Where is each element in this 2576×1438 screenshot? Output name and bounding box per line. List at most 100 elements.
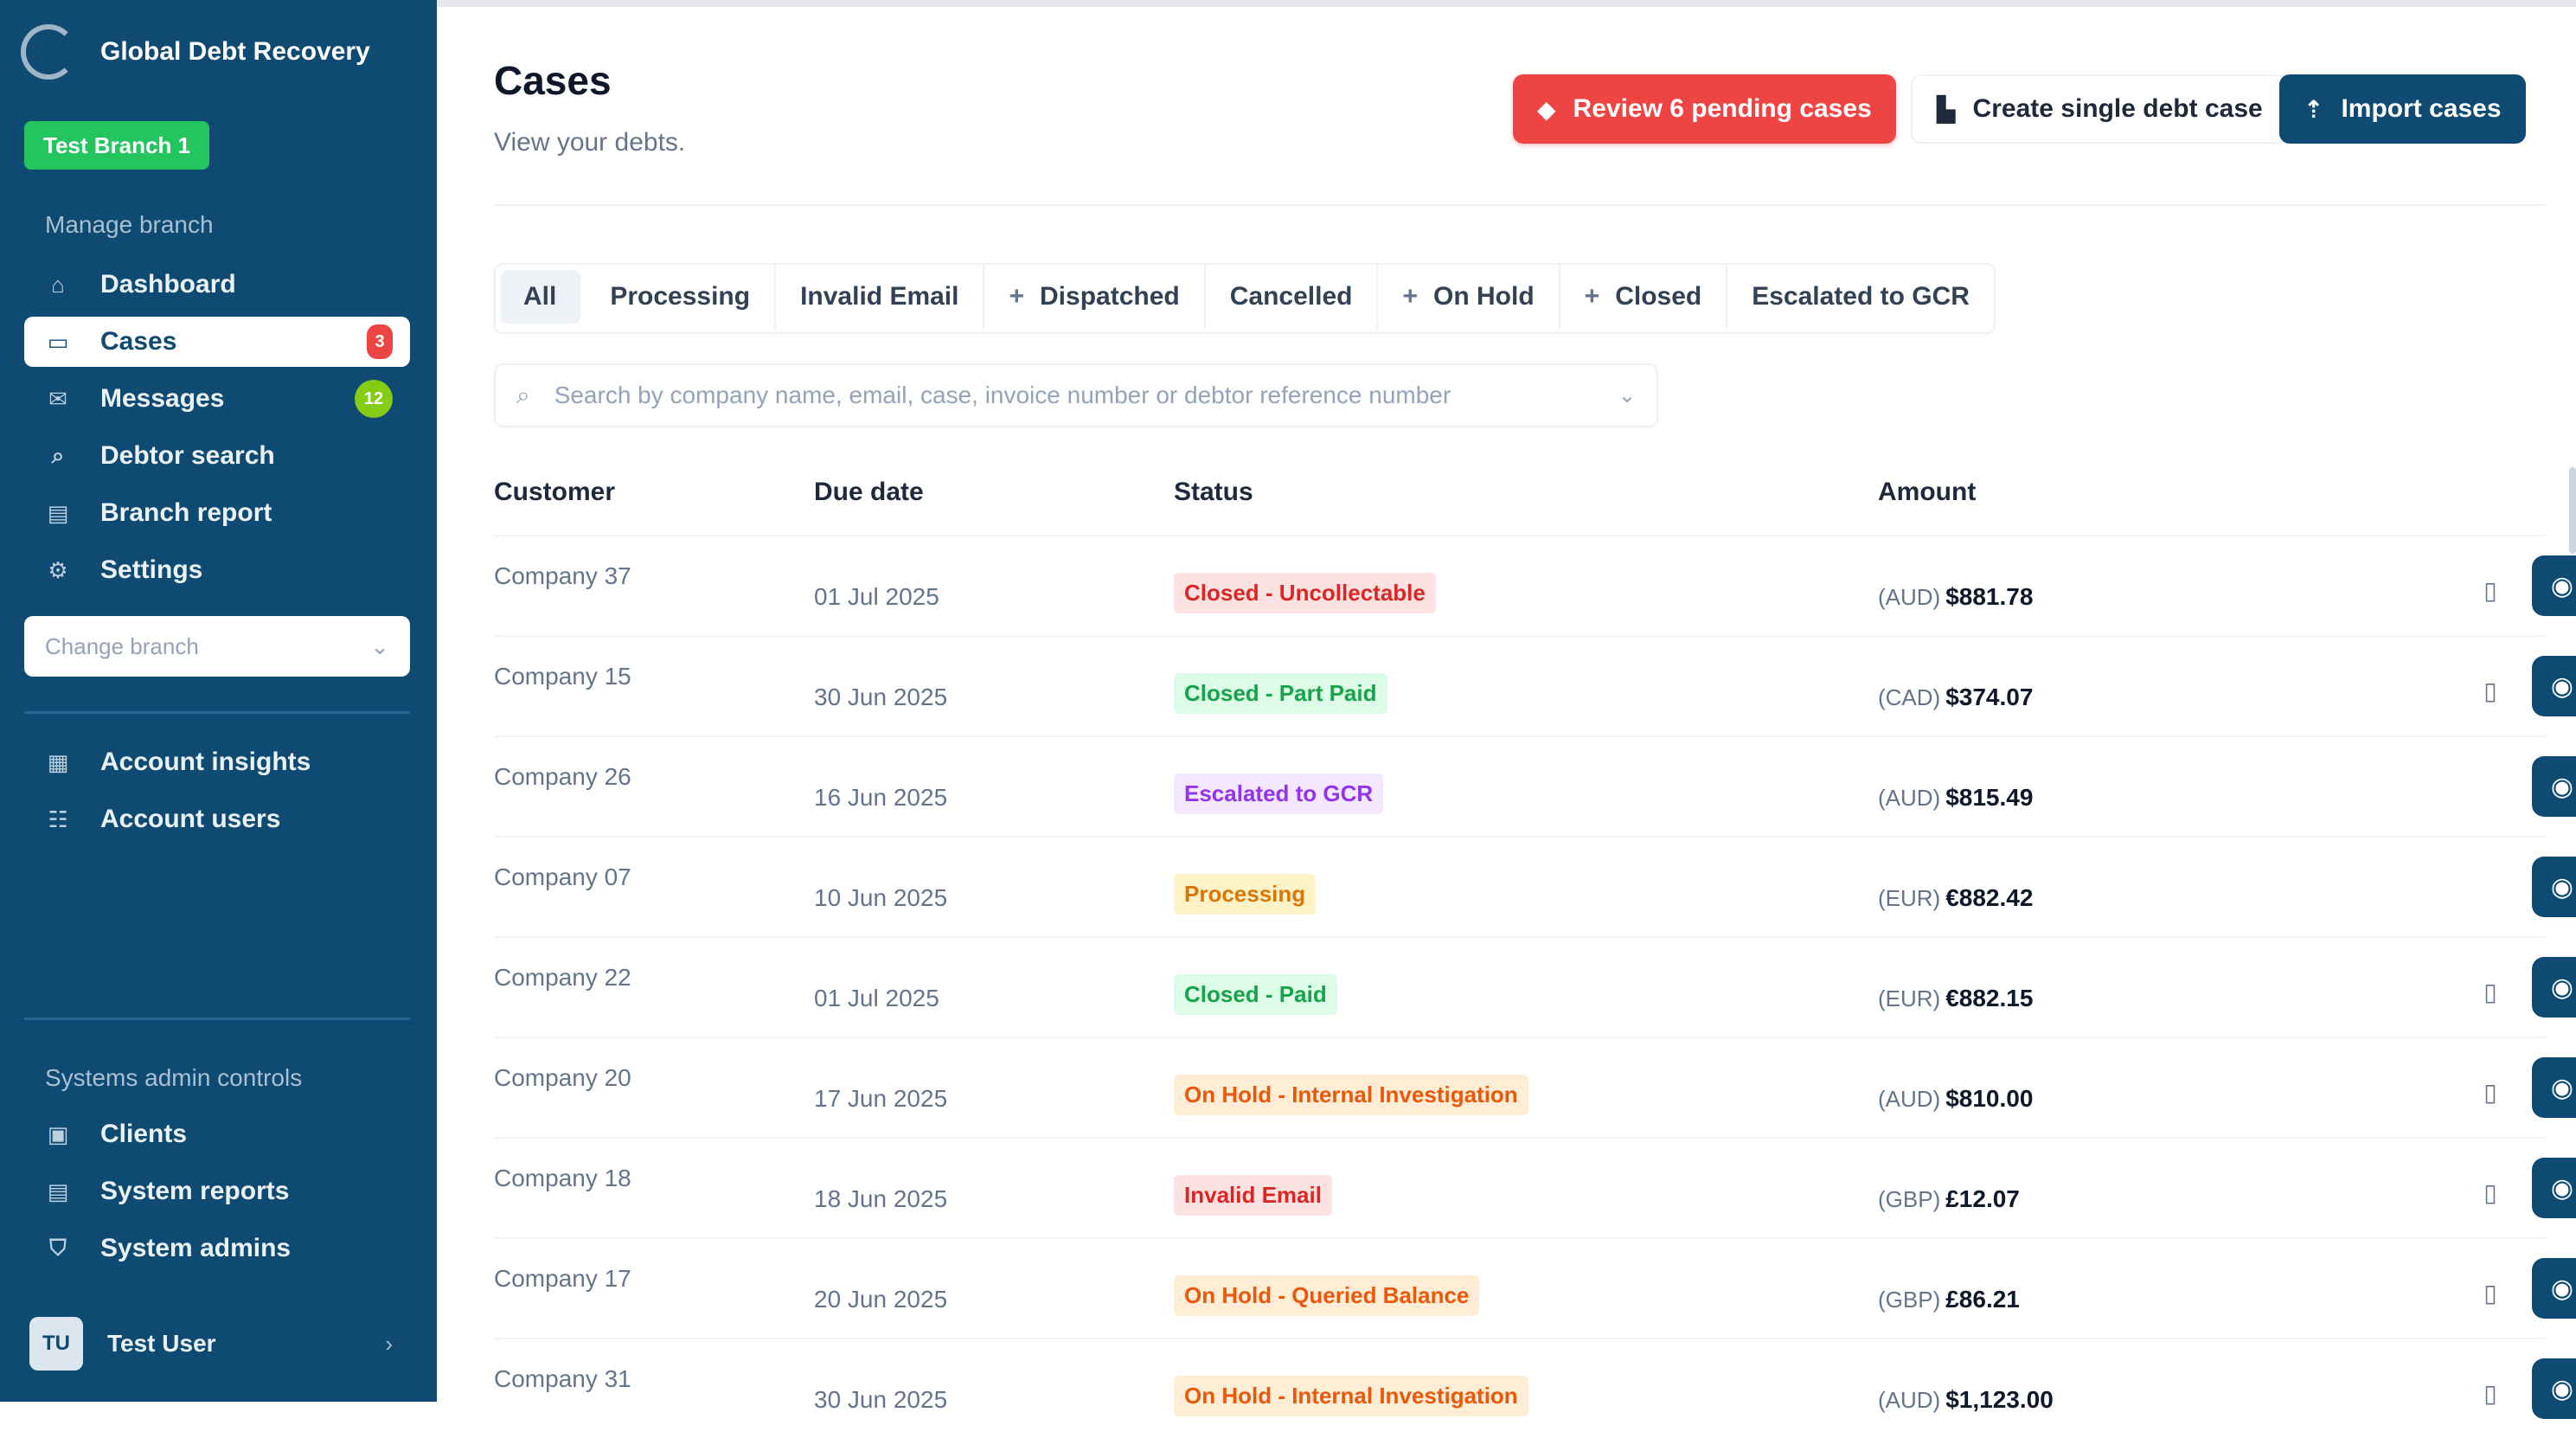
eye-icon: ◉ bbox=[2550, 671, 2574, 701]
table-row[interactable]: Company 18 18 Jun 2025 Invalid Email (GBP) £… bbox=[494, 1137, 2576, 1237]
amount-currency: (AUD) bbox=[1878, 1086, 1941, 1112]
sidebar-item-account-insights[interactable]: ▦ Account insights bbox=[24, 737, 410, 787]
amount-value: €882.15 bbox=[1945, 985, 2034, 1011]
search-bar[interactable]: ⌕ ⌄ bbox=[494, 363, 1658, 427]
table-row[interactable]: Company 07 10 Jun 2025 Processing (EUR) €882… bbox=[494, 836, 2576, 936]
view-case-button[interactable]: ◉ bbox=[2532, 1057, 2576, 1118]
report-icon: ▤ bbox=[47, 1178, 69, 1204]
document-icon[interactable]: ▯ bbox=[2473, 1069, 2508, 1114]
view-case-button[interactable]: ◉ bbox=[2532, 555, 2576, 616]
document-icon[interactable]: ▯ bbox=[2473, 1371, 2508, 1416]
sidebar-item-branch-report[interactable]: ▤ Branch report bbox=[24, 488, 410, 538]
table-row[interactable]: Company 15 30 Jun 2025 Closed - Part Paid (… bbox=[494, 635, 2576, 735]
eye-icon: ◉ bbox=[2550, 872, 2574, 902]
sidebar-item-label: Debtor search bbox=[100, 441, 275, 470]
column-header-due-date[interactable]: Due date bbox=[814, 478, 924, 507]
customer-name[interactable]: Company 31 bbox=[494, 1365, 631, 1393]
view-case-button[interactable]: ◉ bbox=[2532, 656, 2576, 716]
customer-name[interactable]: Company 07 bbox=[494, 863, 631, 891]
table-row[interactable]: Company 31 30 Jun 2025 On Hold - Internal … bbox=[494, 1338, 2576, 1438]
table-row[interactable]: Company 37 01 Jul 2025 Closed - Uncollecta… bbox=[494, 535, 2576, 635]
due-date: 16 Jun 2025 bbox=[814, 784, 948, 811]
column-header-amount[interactable]: Amount bbox=[1878, 478, 1976, 507]
amount: (EUR) €882.42 bbox=[1878, 884, 2033, 912]
upload-icon: ⇡ bbox=[2304, 95, 2324, 123]
tab-closed[interactable]: + Closed bbox=[1560, 265, 1728, 329]
manage-branch-label: Manage branch bbox=[45, 211, 214, 238]
customer-name[interactable]: Company 22 bbox=[494, 964, 631, 992]
document-icon[interactable]: ▯ bbox=[2473, 969, 2508, 1014]
amount: (GBP) £12.07 bbox=[1878, 1185, 2020, 1213]
view-case-button[interactable]: ◉ bbox=[2532, 1358, 2576, 1419]
amount-currency: (GBP) bbox=[1878, 1287, 1941, 1313]
document-icon[interactable]: ▯ bbox=[2473, 568, 2508, 613]
tab-label: Escalated to GCR bbox=[1752, 282, 1970, 311]
tab-cancelled[interactable]: Cancelled bbox=[1206, 265, 1379, 329]
tab-escalated[interactable]: Escalated to GCR bbox=[1727, 265, 1994, 329]
customer-name[interactable]: Company 17 bbox=[494, 1265, 631, 1293]
chevron-right-icon: › bbox=[385, 1330, 393, 1357]
cases-count-badge: 3 bbox=[367, 324, 393, 359]
sidebar-item-system-admins[interactable]: ⛉ System admins bbox=[24, 1223, 410, 1274]
amount-currency: (GBP) bbox=[1878, 1186, 1941, 1212]
due-date: 18 Jun 2025 bbox=[814, 1185, 948, 1212]
view-case-button[interactable]: ◉ bbox=[2532, 1158, 2576, 1218]
change-branch-select[interactable]: Change branch ⌄ bbox=[24, 616, 410, 677]
view-case-button[interactable]: ◉ bbox=[2532, 857, 2576, 917]
user-menu[interactable]: TU Test User › bbox=[29, 1315, 393, 1372]
table-row[interactable]: Company 17 20 Jun 2025 On Hold - Queried B… bbox=[494, 1237, 2576, 1338]
tab-invalid-email[interactable]: Invalid Email bbox=[776, 265, 985, 329]
customer-name[interactable]: Company 15 bbox=[494, 663, 631, 690]
amount-currency: (AUD) bbox=[1878, 584, 1941, 610]
admin-controls-label: Systems admin controls bbox=[45, 1064, 303, 1091]
create-case-button[interactable]: ▙ Create single debt case bbox=[1911, 74, 2289, 144]
chevron-down-icon[interactable]: ⌄ bbox=[1618, 383, 1636, 408]
import-cases-button[interactable]: ⇡ Import cases bbox=[2279, 74, 2526, 144]
column-header-customer[interactable]: Customer bbox=[494, 478, 615, 507]
tab-label: Invalid Email bbox=[800, 282, 959, 311]
customer-name[interactable]: Company 18 bbox=[494, 1165, 631, 1192]
sidebar-item-dashboard[interactable]: ⌂ Dashboard bbox=[24, 260, 410, 310]
sidebar-item-clients[interactable]: ▣ Clients bbox=[24, 1109, 410, 1159]
avatar: TU bbox=[29, 1317, 83, 1371]
view-case-button[interactable]: ◉ bbox=[2532, 1258, 2576, 1319]
branch-badge[interactable]: Test Branch 1 bbox=[24, 121, 210, 170]
table-row[interactable]: Company 26 16 Jun 2025 Escalated to GCR (AU… bbox=[494, 735, 2576, 836]
brand[interactable]: Global Debt Recovery bbox=[21, 24, 370, 80]
tab-processing[interactable]: Processing bbox=[586, 265, 777, 329]
user-name: Test User bbox=[107, 1330, 216, 1357]
amount: (AUD) $810.00 bbox=[1878, 1085, 2033, 1113]
top-border bbox=[437, 0, 2576, 7]
chevron-down-icon: ⌄ bbox=[370, 632, 389, 659]
sidebar-item-cases[interactable]: ▭ Cases 3 bbox=[24, 317, 410, 367]
table-row[interactable]: Company 20 17 Jun 2025 On Hold - Internal … bbox=[494, 1037, 2576, 1137]
document-icon[interactable]: ▯ bbox=[2473, 1270, 2508, 1315]
chart-icon: ▦ bbox=[47, 748, 69, 775]
tab-all[interactable]: All bbox=[501, 270, 581, 324]
view-case-button[interactable]: ◉ bbox=[2532, 756, 2576, 817]
search-input[interactable] bbox=[552, 381, 1618, 410]
document-icon[interactable]: ▯ bbox=[2473, 668, 2508, 713]
sidebar-item-settings[interactable]: ⚙ Settings bbox=[24, 545, 410, 595]
customer-name[interactable]: Company 37 bbox=[494, 562, 631, 590]
document-icon[interactable]: ▯ bbox=[2473, 1170, 2508, 1215]
scrollbar[interactable] bbox=[2569, 467, 2576, 554]
tab-on-hold[interactable]: + On Hold bbox=[1378, 265, 1560, 329]
sidebar-item-system-reports[interactable]: ▤ System reports bbox=[24, 1166, 410, 1217]
sidebar-item-messages[interactable]: ✉ Messages 12 bbox=[24, 374, 410, 424]
status-badge-cell: Invalid Email bbox=[1174, 1175, 1332, 1216]
column-header-status[interactable]: Status bbox=[1174, 478, 1253, 507]
page-title: Cases bbox=[494, 58, 612, 103]
customer-name[interactable]: Company 26 bbox=[494, 763, 631, 791]
review-pending-button[interactable]: ◆ Review 6 pending cases bbox=[1513, 74, 1896, 144]
sidebar-item-label: Messages bbox=[100, 384, 225, 413]
amount: (EUR) €882.15 bbox=[1878, 985, 2033, 1012]
brand-name: Global Debt Recovery bbox=[100, 37, 370, 66]
table-row[interactable]: Company 22 01 Jul 2025 Closed - Paid (EUR) €… bbox=[494, 936, 2576, 1037]
view-case-button[interactable]: ◉ bbox=[2532, 957, 2576, 1018]
customer-name[interactable]: Company 20 bbox=[494, 1064, 631, 1092]
tab-dispatched[interactable]: + Dispatched bbox=[984, 265, 1206, 329]
import-cases-label: Import cases bbox=[2341, 94, 2502, 123]
sidebar-item-debtor-search[interactable]: ⌕ Debtor search bbox=[24, 431, 410, 481]
sidebar-item-account-users[interactable]: ☷ Account users bbox=[24, 794, 410, 844]
